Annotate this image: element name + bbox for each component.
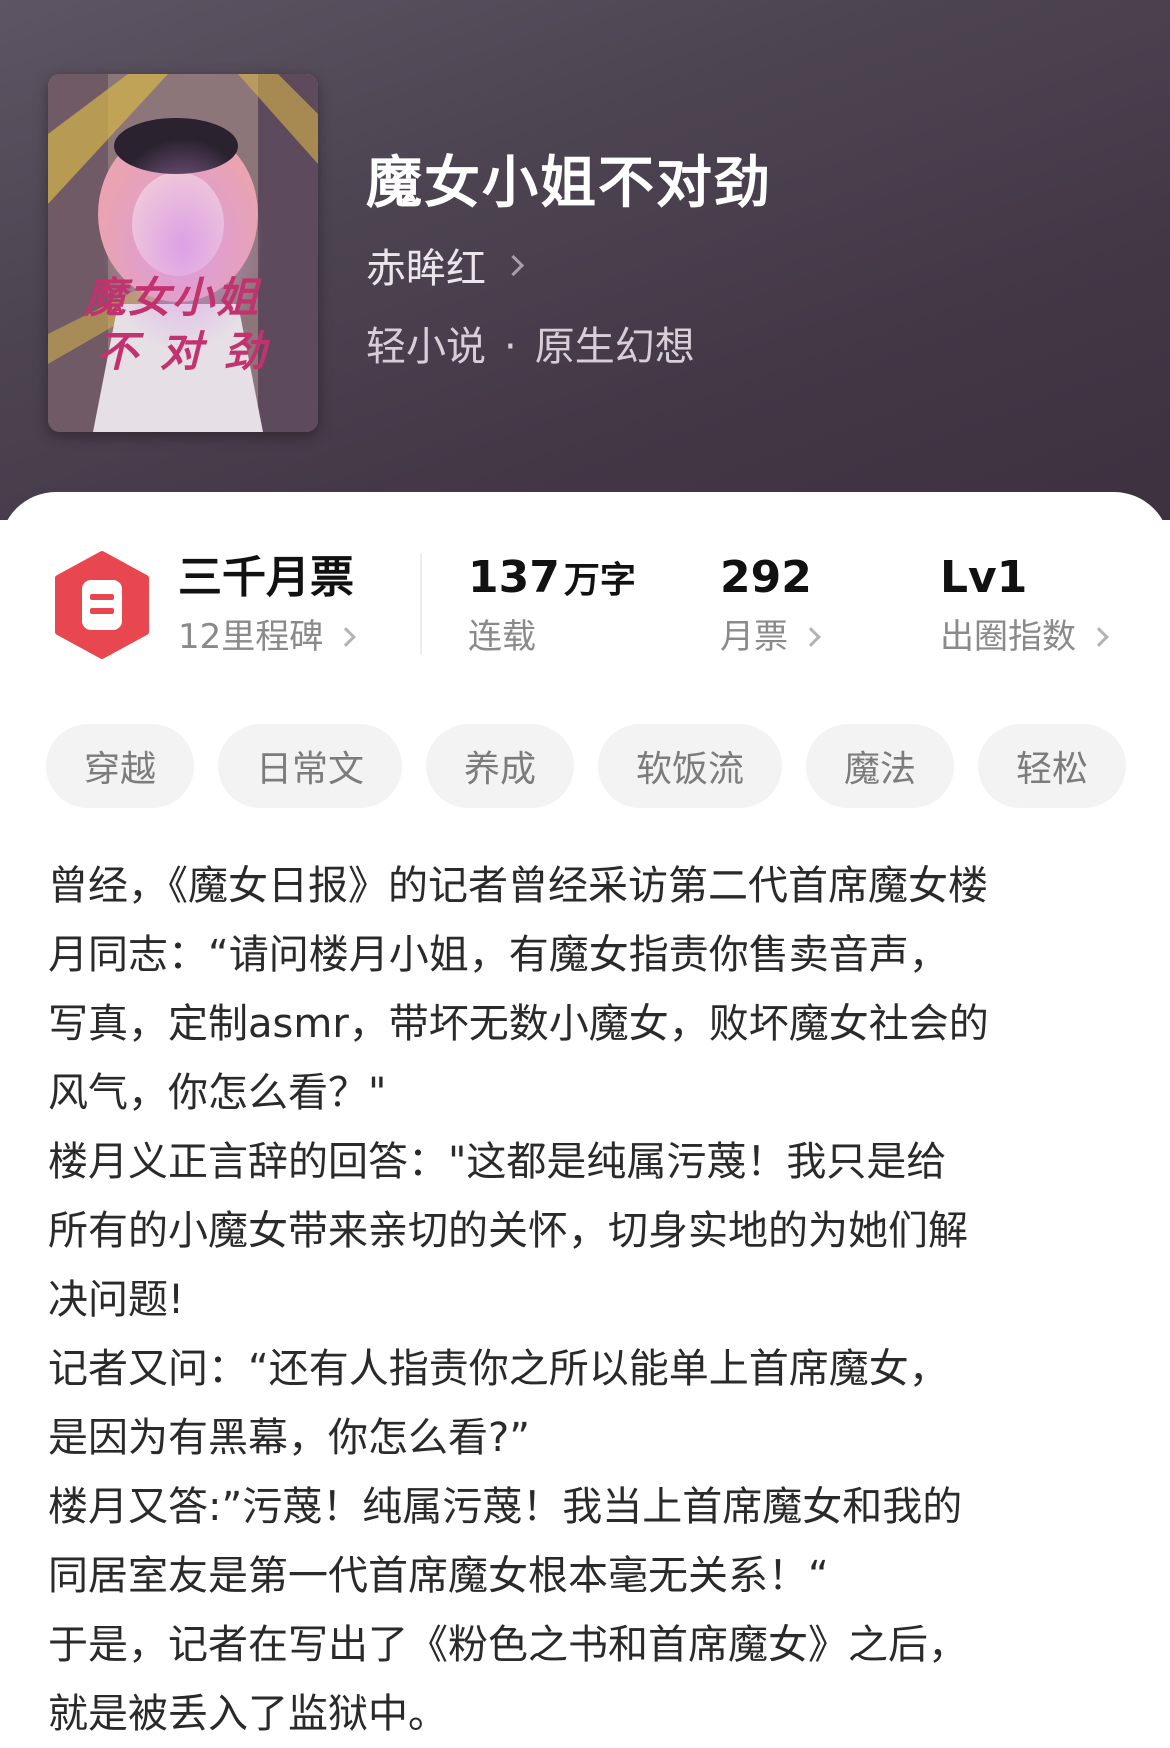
- description-line: 所有的小魔女带来亲切的关怀，切身实地的为她们解: [48, 1208, 968, 1254]
- book-header: 魔女小姐 不对劲 魔女小姐不对劲 赤眸红 轻小说 · 原生幻想: [0, 0, 1170, 520]
- tag-list: 穿越 日常文 养成 软饭流 魔法 轻松: [46, 724, 1126, 808]
- tag-chip[interactable]: 日常文: [218, 724, 402, 808]
- book-category: 轻小说 · 原生幻想: [366, 314, 695, 372]
- description-line: 是因为有黑幕，你怎么看?”: [48, 1415, 530, 1461]
- popularity-index-label: 出圈指数: [940, 617, 1076, 657]
- popularity-level: Lv1: [940, 552, 1028, 603]
- popularity-index-stat[interactable]: Lv1 出圈指数: [940, 552, 1109, 657]
- tag-chip[interactable]: 养成: [426, 724, 574, 808]
- description-line: 月同志：“请问楼月小姐，有魔女指责你售卖音声，: [48, 932, 949, 978]
- ticket-hexagon-icon[interactable]: [52, 550, 152, 660]
- description-line: 同居室友是第一代首席魔女根本毫无关系！“: [48, 1553, 829, 1599]
- tag-chip[interactable]: 穿越: [46, 724, 194, 808]
- tag-chip[interactable]: 魔法: [806, 724, 954, 808]
- milestone-stat[interactable]: 三千月票 12里程碑: [178, 552, 357, 657]
- tag-chip[interactable]: 轻松: [978, 724, 1126, 808]
- cover-title-line-1: 魔女小姐: [84, 273, 261, 322]
- word-count-unit: 万字: [563, 560, 636, 601]
- description-line: 楼月又答:”污蔑！纯属污蔑！我当上首席魔女和我的: [48, 1484, 963, 1530]
- category-separator: ·: [504, 324, 517, 370]
- description-line: 于是，记者在写出了《粉色之书和首席魔女》之后，: [48, 1622, 968, 1668]
- tag-chip[interactable]: 软饭流: [598, 724, 782, 808]
- description-line: 就是被丢入了监狱中。: [48, 1691, 448, 1737]
- word-count-stat: 137 万字 连载: [468, 556, 636, 657]
- chevron-right-icon: [1089, 627, 1109, 647]
- word-count-value: 137: [468, 552, 560, 603]
- description-line: 曾经，《魔女日报》的记者曾经采访第二代首席魔女楼: [48, 863, 988, 909]
- cover-title-line-2: 不对劲: [96, 327, 289, 376]
- stats-divider: [420, 554, 422, 654]
- author-name: 赤眸红: [366, 246, 486, 292]
- book-cover[interactable]: 魔女小姐 不对劲: [48, 74, 318, 432]
- chevron-right-icon: [336, 627, 357, 647]
- category-sub: 原生幻想: [534, 324, 695, 370]
- stats-row: 三千月票 12里程碑 137 万字 连载 292 月票 Lv1 出圈指数: [0, 532, 1170, 662]
- description-line: 写真，定制asmr，带坏无数小魔女，败坏魔女社会的: [48, 1001, 989, 1047]
- monthly-ticket-value: 292: [720, 552, 812, 603]
- milestone-title: 三千月票: [178, 552, 354, 603]
- chevron-right-icon: [801, 627, 821, 647]
- chevron-right-icon: [502, 254, 525, 276]
- description-line: 风气，你怎么看？": [48, 1070, 387, 1116]
- book-detail-page: 魔女小姐 不对劲 魔女小姐不对劲 赤眸红 轻小说 · 原生幻想 三千月票 12里…: [0, 0, 1170, 1748]
- book-description: 曾经，《魔女日报》的记者曾经采访第二代首席魔女楼 月同志：“请问楼月小姐，有魔女…: [48, 852, 1128, 1748]
- serial-status: 连载: [468, 617, 536, 657]
- book-title: 魔女小姐不对劲: [366, 151, 772, 216]
- milestone-subtitle: 12里程碑: [178, 617, 324, 657]
- description-line: 记者又问：“还有人指责你之所以能单上首席魔女，: [48, 1346, 949, 1392]
- monthly-ticket-stat[interactable]: 292 月票: [720, 552, 821, 657]
- monthly-ticket-label: 月票: [720, 617, 788, 657]
- content-card: 三千月票 12里程碑 137 万字 连载 292 月票 Lv1 出圈指数 穿越 …: [0, 492, 1170, 1748]
- author-link[interactable]: 赤眸红: [366, 236, 525, 294]
- category-main: 轻小说: [366, 324, 486, 370]
- description-line: 楼月义正言辞的回答："这都是纯属污蔑！我只是给: [48, 1139, 947, 1185]
- description-line: 决问题!: [48, 1277, 185, 1323]
